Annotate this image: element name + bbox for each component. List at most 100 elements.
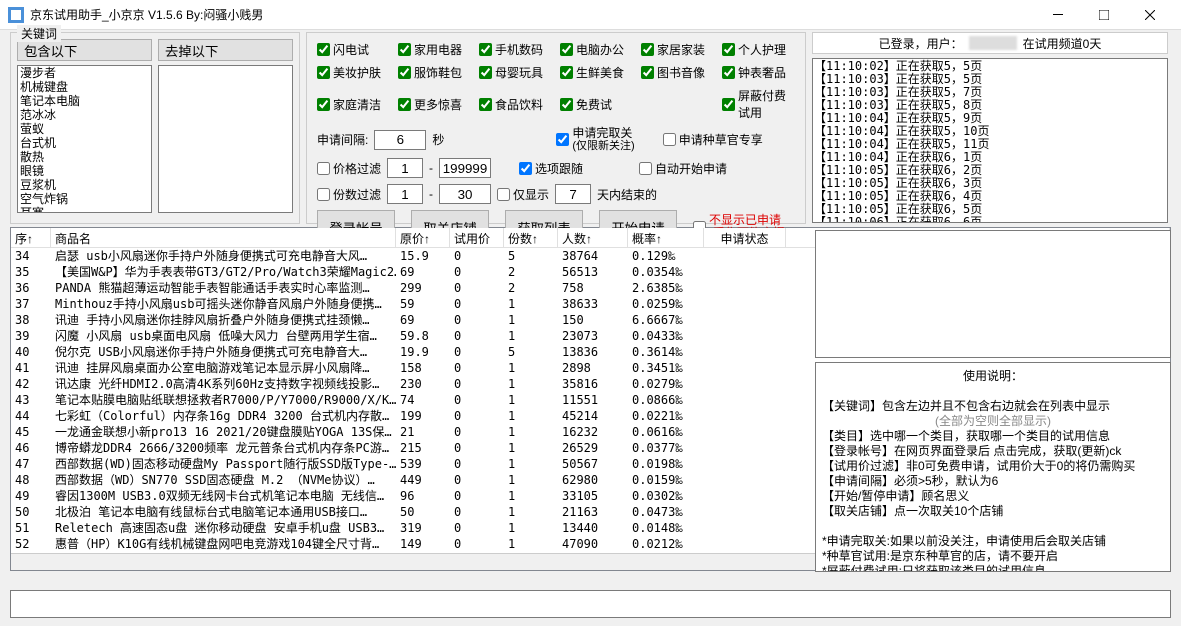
category-option[interactable]: 家用电器	[398, 41, 471, 58]
cell-name: 一龙通金联想小新pro13 16 2021/20键盘膜贴YOGA 13S保…	[51, 424, 396, 440]
cell-ppl: 47090	[558, 536, 628, 552]
category-checkbox[interactable]	[398, 98, 411, 111]
category-checkbox[interactable]	[317, 66, 330, 79]
help-n2: *种草官试用:是京东种草官的店，请不要开启	[822, 549, 1164, 564]
price-filter-checkbox[interactable]	[317, 162, 330, 175]
only-show-checkbox[interactable]	[497, 188, 510, 201]
app-icon	[8, 7, 24, 23]
cell-name: 倪尔克 USB小风扇迷你手持户外随身便携式可充电静音大…	[51, 344, 396, 360]
list-item[interactable]: 空气炸锅	[18, 192, 151, 206]
category-option[interactable]: 生鲜美食	[560, 64, 633, 81]
category-checkbox[interactable]	[398, 43, 411, 56]
category-option[interactable]: 服饰鞋包	[398, 64, 471, 81]
cell-op: 21	[396, 424, 450, 440]
include-button[interactable]: 包含以下	[17, 39, 152, 61]
price-min-input[interactable]	[387, 158, 423, 178]
cell-ppl: 758	[558, 280, 628, 296]
category-checkbox[interactable]	[479, 43, 492, 56]
category-option[interactable]: 电脑办公	[560, 41, 633, 58]
cell-ppl: 2898	[558, 360, 628, 376]
exclude-list[interactable]	[158, 65, 293, 213]
category-checkbox[interactable]	[560, 98, 573, 111]
category-label: 服饰鞋包	[414, 64, 462, 81]
cell-seq: 47	[11, 456, 51, 472]
category-option[interactable]: 屏蔽付费试用	[722, 87, 795, 121]
grass-reviewer-checkbox[interactable]	[663, 133, 676, 146]
category-option[interactable]: 美妆护肤	[317, 64, 390, 81]
interval-input[interactable]	[374, 130, 426, 150]
category-checkbox[interactable]	[479, 66, 492, 79]
col-rate[interactable]: 概率↑	[628, 228, 704, 247]
cell-rate: 0.0259‰	[628, 296, 704, 312]
close-button[interactable]	[1127, 0, 1173, 30]
category-option[interactable]: 免费试	[560, 87, 633, 121]
minimize-button[interactable]	[1035, 0, 1081, 30]
col-people[interactable]: 人数↑	[558, 228, 628, 247]
category-option[interactable]: 闪电试	[317, 41, 390, 58]
follow-random-checkbox[interactable]	[519, 162, 532, 175]
cell-ppl: 13440	[558, 520, 628, 536]
category-option[interactable]: 手机数码	[479, 41, 552, 58]
category-option[interactable]: 图书音像	[641, 64, 714, 81]
include-list[interactable]: 漫步者机械键盘笔记本电脑范冰冰萤蚁台式机散热眼镜豆浆机空气炸锅耳塞	[17, 65, 152, 213]
category-checkbox[interactable]	[560, 66, 573, 79]
category-option[interactable]: 食品饮料	[479, 87, 552, 121]
list-item[interactable]: 笔记本电脑	[18, 94, 151, 108]
col-status[interactable]: 申请状态	[704, 228, 786, 247]
maximize-button[interactable]	[1081, 0, 1127, 30]
list-item[interactable]: 萤蚁	[18, 122, 151, 136]
list-item[interactable]: 耳塞	[18, 206, 151, 213]
category-option[interactable]: 母婴玩具	[479, 64, 552, 81]
price-max-input[interactable]	[439, 158, 491, 178]
category-option[interactable]: 个人护理	[722, 41, 795, 58]
cell-ppl: 26529	[558, 440, 628, 456]
count-max-input[interactable]	[439, 184, 491, 204]
list-item[interactable]: 范冰冰	[18, 108, 151, 122]
category-checkbox[interactable]	[398, 66, 411, 79]
count-min-input[interactable]	[387, 184, 423, 204]
category-checkbox[interactable]	[317, 43, 330, 56]
category-option[interactable]: 钟表奢品	[722, 64, 795, 81]
category-option[interactable]: 家居家装	[641, 41, 714, 58]
cell-seq: 51	[11, 520, 51, 536]
category-checkbox[interactable]	[641, 43, 654, 56]
cell-op: 449	[396, 472, 450, 488]
help-l1: 【关键词】包含左边并且不包含右边就会在列表中显示	[822, 399, 1110, 413]
category-checkbox[interactable]	[722, 43, 735, 56]
exclude-button[interactable]: 去掉以下	[158, 39, 293, 61]
cell-name: PANDA 熊猫超薄运动智能手表智能通话手表实时心率监测…	[51, 280, 396, 296]
cell-op: 215	[396, 440, 450, 456]
cell-name: 博帝蟒龙DDR4 2666/3200频率 龙元普条台式机内存条PC游…	[51, 440, 396, 456]
list-item[interactable]: 眼镜	[18, 164, 151, 178]
category-checkbox[interactable]	[479, 98, 492, 111]
list-item[interactable]: 豆浆机	[18, 178, 151, 192]
category-checkbox[interactable]	[641, 66, 654, 79]
category-checkbox[interactable]	[560, 43, 573, 56]
days-input[interactable]	[555, 184, 591, 204]
auto-start-checkbox[interactable]	[639, 162, 652, 175]
col-seq[interactable]: 序↑	[11, 228, 51, 247]
count-filter-checkbox[interactable]	[317, 188, 330, 201]
list-item[interactable]: 散热	[18, 150, 151, 164]
category-checkbox[interactable]	[722, 98, 735, 111]
col-original-price[interactable]: 原价↑	[396, 228, 450, 247]
col-name[interactable]: 商品名	[51, 228, 396, 247]
col-count[interactable]: 份数↑	[504, 228, 558, 247]
category-label: 家居家装	[657, 41, 705, 58]
list-item[interactable]: 漫步者	[18, 66, 151, 80]
log-box[interactable]: 【11:10:02】正在获取5，5页【11:10:03】正在获取5，5页【11:…	[812, 58, 1168, 223]
col-trial-price[interactable]: 试用价	[450, 228, 504, 247]
list-item[interactable]: 台式机	[18, 136, 151, 150]
cell-rate: 0.0221‰	[628, 408, 704, 424]
category-checkbox[interactable]	[317, 98, 330, 111]
cell-name: 讯迪 手持小风扇迷你挂脖风扇折叠户外随身便携式挂颈懒…	[51, 312, 396, 328]
finish-cancel-checkbox[interactable]	[556, 133, 569, 146]
cell-cnt: 1	[504, 360, 558, 376]
category-option[interactable]: 家庭清洁	[317, 87, 390, 121]
category-checkbox[interactable]	[722, 66, 735, 79]
cell-seq: 52	[11, 536, 51, 552]
category-option[interactable]: 更多惊喜	[398, 87, 471, 121]
cell-cnt: 1	[504, 472, 558, 488]
list-item[interactable]: 机械键盘	[18, 80, 151, 94]
count-filter-label: 份数过滤	[333, 186, 381, 203]
